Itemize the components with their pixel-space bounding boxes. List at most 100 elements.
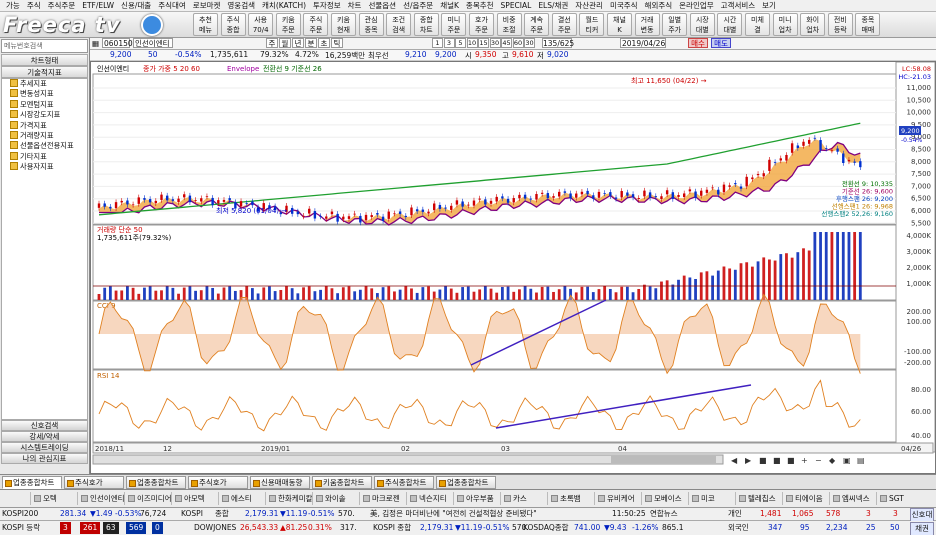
favorite-stock-17[interactable]: 엠씨넥스 (829, 492, 875, 505)
favorite-stock-10[interactable]: 카스 (500, 492, 546, 505)
interval-button-4[interactable]: 15 (478, 38, 489, 48)
toolbar-button-20[interactable]: 미체 결 (745, 13, 770, 36)
interval-button-6[interactable]: 45 (501, 38, 512, 48)
chart-canvas[interactable]: 11,00010,50010,0009,5009,0008,5008,0007,… (91, 62, 935, 473)
chart-nav-button-0[interactable]: ◀ (731, 456, 738, 465)
menu-item-12[interactable]: 선/옵주문 (403, 0, 433, 11)
favorite-stock-5[interactable]: 한화케미칼 (265, 492, 313, 505)
toolbar-button-24[interactable]: 종목 매매 (855, 13, 881, 36)
favorite-stock-4[interactable]: 에스티 (218, 492, 264, 505)
chart-nav-button-4[interactable]: ■ (787, 456, 795, 465)
window-tab-6[interactable]: 주식종합차트 (374, 476, 434, 489)
sidebar-bottom-button-2[interactable]: 시스템트레이딩 (1, 442, 88, 453)
chart-nav-button-9[interactable]: ▤ (857, 456, 865, 465)
chart-pane-3[interactable] (92, 369, 897, 443)
chart-nav-button-5[interactable]: + (801, 456, 808, 465)
favorite-stock-13[interactable]: 모베이스 (641, 492, 687, 505)
indicator-folder-3[interactable]: 시장강도지표 (2, 110, 87, 120)
toolbar-button-9[interactable]: 미니 주문 (441, 13, 467, 36)
window-tab-0[interactable]: 업종종합차트 (2, 476, 62, 489)
menu-item-3[interactable]: ETF/ELW (82, 1, 114, 10)
toolbar-button-10[interactable]: 호가 주문 (469, 13, 494, 36)
period-button-0[interactable]: 주 (266, 38, 278, 48)
date-field[interactable]: 2019/04/26 (620, 38, 666, 48)
menu-item-19[interactable]: 해외주식 (645, 0, 673, 11)
favorite-stock-14[interactable]: 미코 (688, 492, 734, 505)
menu-search-input[interactable]: 메뉴번호검색 (1, 39, 88, 53)
chart-nav-button-7[interactable]: ◆ (829, 456, 836, 465)
toolbar-button-13[interactable]: 결선 주문 (551, 13, 577, 36)
interval-button-0[interactable]: 1 (432, 38, 443, 48)
menu-item-0[interactable]: 가능 (6, 0, 20, 11)
signal-button[interactable]: 신호대 (910, 508, 934, 522)
window-tab-5[interactable]: 키움종합차트 (312, 476, 372, 489)
menu-item-5[interactable]: 주식대여 (158, 0, 186, 11)
toolbar-button-21[interactable]: 미니 업차 (772, 13, 798, 36)
window-tab-1[interactable]: 주식호가 (64, 476, 124, 489)
menu-item-15[interactable]: SPECIAL (501, 1, 532, 10)
toolbar-button-0[interactable]: 추천 메뉴 (193, 13, 218, 36)
menu-item-4[interactable]: 신용/대출 (121, 0, 151, 11)
chart-nav-button-3[interactable]: ■ (773, 456, 781, 465)
period-button-1[interactable]: 월 (279, 38, 291, 48)
buy-button[interactable]: 매수 (688, 38, 708, 48)
bond-button[interactable]: 채권 (910, 522, 934, 535)
toolbar-button-11[interactable]: 비중 조절 (496, 13, 522, 36)
menu-item-14[interactable]: 종목추천 (466, 0, 494, 11)
sidebar-bottom-button-0[interactable]: 신호검색 (1, 420, 88, 431)
toolbar-button-12[interactable]: 계속 주문 (524, 13, 550, 36)
toolbar-button-22[interactable]: 화이 업차 (800, 13, 826, 36)
toolbar-button-16[interactable]: 거래 변동 (634, 13, 660, 36)
menu-item-2[interactable]: 주식주문 (48, 0, 76, 11)
stock-name-field[interactable]: 인선이엔티 (133, 38, 173, 48)
menu-item-6[interactable]: 로보마켓 (193, 0, 221, 11)
menu-item-22[interactable]: 보기 (762, 0, 776, 11)
interval-button-7[interactable]: 60 (512, 38, 524, 48)
indicator-folder-2[interactable]: 모멘텀지표 (2, 100, 87, 110)
menu-item-20[interactable]: 온라인업무 (679, 0, 714, 11)
indicator-folder-1[interactable]: 변동성지표 (2, 89, 87, 99)
indicator-folder-7[interactable]: 기타지표 (2, 152, 87, 162)
chart-area[interactable]: 11,000 10,500 10,000 9,500 9,000 8,500 8,000 7,… (90, 61, 936, 474)
window-tab-7[interactable]: 업종종합차트 (436, 476, 496, 489)
menu-item-11[interactable]: 선물옵션 (368, 0, 396, 11)
menu-item-10[interactable]: 차트 (348, 0, 362, 11)
indicator-folder-8[interactable]: 사용자지표 (2, 162, 87, 172)
period-button-4[interactable]: 초 (318, 38, 330, 48)
menu-item-9[interactable]: 투자정보 (313, 0, 341, 11)
bar-count-field[interactable]: 135 (543, 39, 557, 48)
toolbar-button-3[interactable]: 키움 주문 (275, 13, 301, 36)
toolbar-button-17[interactable]: 일별 주가 (662, 13, 688, 36)
chart-nav-button-6[interactable]: − (815, 456, 822, 465)
favorite-stock-7[interactable]: 마크로젠 (359, 492, 405, 505)
chart-nav-button-8[interactable]: ▣ (843, 456, 851, 465)
technical-indicator-header[interactable]: 기술적지표 (1, 66, 88, 78)
period-button-5[interactable]: 틱 (331, 38, 343, 48)
news-source[interactable]: 연합뉴스 (650, 508, 678, 520)
window-tab-2[interactable]: 업종종합차트 (126, 476, 186, 489)
menu-item-13[interactable]: 채널K (440, 0, 459, 11)
sidebar-bottom-button-3[interactable]: 나의 관심지표 (1, 453, 88, 464)
indicator-folder-0[interactable]: 추세지표 (2, 79, 87, 89)
toolbar-button-23[interactable]: 전비 등락 (827, 13, 853, 36)
favorite-stock-2[interactable]: 이즈미디어 (124, 492, 172, 505)
favorite-stock-11[interactable]: 초록뱀 (547, 492, 593, 505)
period-button-3[interactable]: 분 (305, 38, 317, 48)
menu-item-18[interactable]: 미국주식 (610, 0, 638, 11)
interval-button-1[interactable]: 3 (443, 38, 455, 48)
favorite-stock-15[interactable]: 텔레칩스 (735, 492, 781, 505)
interval-button-3[interactable]: 10 (466, 38, 478, 48)
favorite-stock-18[interactable]: SGT (876, 492, 922, 505)
toolbar-button-19[interactable]: 시간 대별 (717, 13, 743, 36)
window-tab-4[interactable]: 신용매매동향 (250, 476, 310, 489)
chart-nav-button-2[interactable]: ■ (759, 456, 767, 465)
news-headline[interactable]: 美, 김정은 마더비난에 "여전히 건설적협상 준비됐다" (370, 508, 605, 520)
indicator-folder-4[interactable]: 가격지표 (2, 121, 87, 131)
indicator-folder-5[interactable]: 거래량지표 (2, 131, 87, 141)
interval-button-8[interactable]: 30 (524, 38, 535, 48)
favorite-stock-3[interactable]: 아모텍 (171, 492, 217, 505)
chart-scroll-thumb[interactable] (611, 456, 716, 463)
toolbar-button-1[interactable]: 주식 종합 (220, 13, 246, 36)
menu-item-1[interactable]: 주식 (27, 0, 41, 11)
chart-nav-button-1[interactable]: ▶ (745, 456, 752, 465)
